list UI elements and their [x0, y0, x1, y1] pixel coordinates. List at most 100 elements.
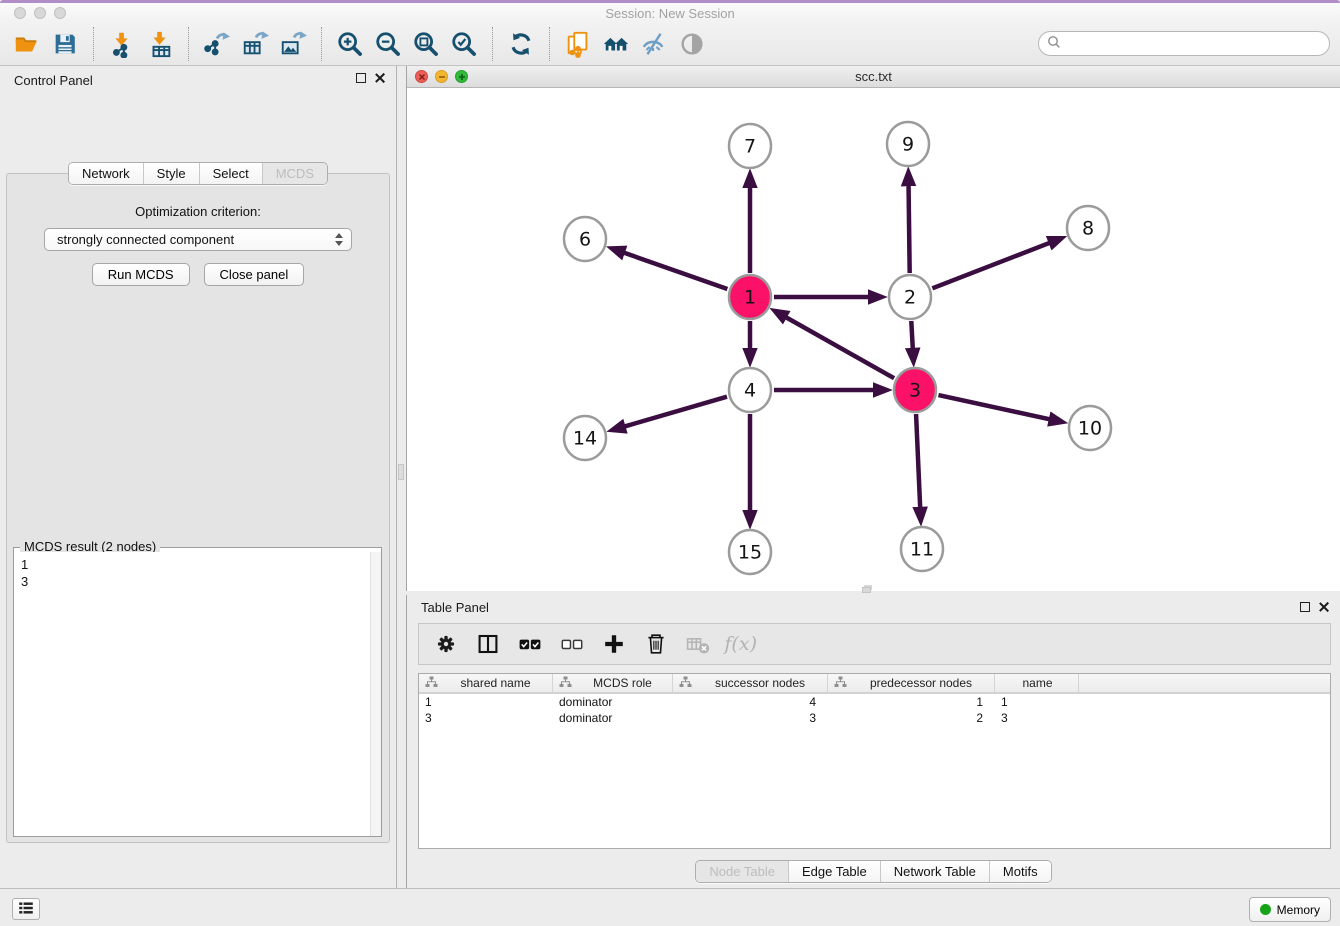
- table-row[interactable]: 3dominator323: [419, 710, 1330, 726]
- control-panel-float-icon[interactable]: [356, 73, 366, 83]
- optimization-criterion-dropdown[interactable]: strongly connected component: [44, 228, 352, 251]
- tab-mcds[interactable]: MCDS: [262, 163, 327, 184]
- zoom-in-icon[interactable]: [331, 26, 369, 62]
- toolbar-separator: [321, 27, 322, 61]
- toolbar-separator: [188, 27, 189, 61]
- run-mcds-button[interactable]: Run MCDS: [92, 263, 190, 286]
- search-box: [1038, 31, 1330, 56]
- memory-button[interactable]: Memory: [1249, 897, 1331, 922]
- graph-edge-2-9[interactable]: [909, 184, 910, 273]
- open-file-icon[interactable]: [8, 26, 46, 62]
- column-header-shared-name[interactable]: shared name: [419, 674, 553, 692]
- graph-node-14[interactable]: 14: [564, 416, 606, 460]
- toolbar-separator: [492, 27, 493, 61]
- column-type-icon: [834, 676, 847, 691]
- tab-node-table[interactable]: Node Table: [696, 861, 788, 882]
- table-panel-close-icon[interactable]: [1318, 601, 1330, 613]
- graph-edge-3-1[interactable]: [785, 317, 894, 379]
- import-network-icon[interactable]: [103, 26, 141, 62]
- graph-edge-2-3[interactable]: [911, 321, 913, 350]
- home-layout-icon[interactable]: [597, 26, 635, 62]
- network-graph[interactable]: 7 9 6 8 1 2 4 3 14 10 15 11: [407, 88, 1339, 590]
- table-cell: 1: [419, 695, 553, 709]
- column-header-name[interactable]: name: [995, 674, 1079, 692]
- graph-node-7[interactable]: 7: [729, 124, 771, 168]
- node-table: shared name MCDS role successor nodes prede…: [418, 673, 1331, 849]
- tab-network-table[interactable]: Network Table: [880, 861, 989, 882]
- main-toolbar: [0, 22, 1340, 66]
- table-panel-float-icon[interactable]: [1300, 602, 1310, 612]
- control-panel: Control Panel NetworkStyleSelectMCDS Opt…: [0, 66, 397, 888]
- column-header-label: shared name: [443, 676, 548, 690]
- table-cell: 4: [673, 695, 828, 709]
- table-cell: 3: [419, 711, 553, 725]
- table-toolbar: f(x): [418, 623, 1331, 665]
- columns-icon[interactable]: [470, 627, 506, 661]
- network-canvas[interactable]: 7 9 6 8 1 2 4 3 14 10 15 11: [407, 88, 1340, 591]
- tab-motifs[interactable]: Motifs: [989, 861, 1051, 882]
- graph-node-2[interactable]: 2: [889, 275, 931, 319]
- splitter-handle[interactable]: [398, 464, 404, 480]
- tab-select[interactable]: Select: [199, 163, 262, 184]
- graph-node-1[interactable]: 1: [729, 275, 771, 319]
- zoom-selected-icon[interactable]: [445, 26, 483, 62]
- result-scrollbar[interactable]: [370, 552, 381, 836]
- import-table-icon[interactable]: [141, 26, 179, 62]
- duplicate-network-icon[interactable]: [559, 26, 597, 62]
- search-input[interactable]: [1061, 34, 1329, 54]
- select-columns-icon[interactable]: [512, 627, 548, 661]
- column-type-icon: [559, 676, 572, 691]
- graph-edge-1-6[interactable]: [623, 252, 728, 289]
- graph-node-8[interactable]: 8: [1067, 206, 1109, 250]
- column-header-label: successor nodes: [697, 676, 823, 690]
- zoom-fit-icon[interactable]: [407, 26, 445, 62]
- column-header-label: MCDS role: [577, 676, 668, 690]
- graph-node-4[interactable]: 4: [729, 368, 771, 412]
- graph-node-6[interactable]: 6: [564, 217, 606, 261]
- graph-node-11[interactable]: 11: [901, 527, 943, 571]
- refresh-icon[interactable]: [502, 26, 540, 62]
- export-image-icon[interactable]: [274, 26, 312, 62]
- export-table-icon[interactable]: [236, 26, 274, 62]
- column-header-label: name: [1022, 676, 1052, 690]
- graph-edge-3-11[interactable]: [916, 414, 920, 509]
- tab-style[interactable]: Style: [143, 163, 199, 184]
- graph-edge-4-14[interactable]: [623, 397, 727, 427]
- column-header-MCDS-role[interactable]: MCDS role: [553, 674, 673, 692]
- graph-node-label: 7: [744, 136, 756, 158]
- graph-node-9[interactable]: 9: [887, 122, 929, 166]
- add-column-icon[interactable]: [596, 627, 632, 661]
- network-view-window: scc.txt 7968124314101511: [406, 66, 1340, 591]
- table-header-row: shared name MCDS role successor nodes prede…: [419, 674, 1330, 694]
- graph-node-3[interactable]: 3: [894, 368, 936, 412]
- graph-node-label: 6: [579, 229, 591, 251]
- gear-icon[interactable]: [428, 627, 464, 661]
- table-cell: dominator: [553, 695, 673, 709]
- tab-network[interactable]: Network: [69, 163, 143, 184]
- control-panel-title: Control Panel: [14, 73, 93, 88]
- graph-node-10[interactable]: 10: [1069, 406, 1111, 450]
- graph-node-label: 15: [738, 542, 762, 564]
- chevron-updown-icon: [335, 233, 343, 246]
- column-header-predecessor-nodes[interactable]: predecessor nodes: [828, 674, 995, 692]
- save-session-icon[interactable]: [46, 26, 84, 62]
- hide-graphics-details-icon[interactable]: [635, 26, 673, 62]
- graph-node-label: 14: [573, 428, 597, 450]
- graph-edge-2-8[interactable]: [932, 242, 1050, 288]
- task-history-button[interactable]: [12, 898, 40, 920]
- table-row[interactable]: 1dominator411: [419, 694, 1330, 710]
- delete-column-icon[interactable]: [638, 627, 674, 661]
- close-panel-button[interactable]: Close panel: [204, 263, 305, 286]
- tab-edge-table[interactable]: Edge Table: [788, 861, 880, 882]
- deselect-columns-icon[interactable]: [554, 627, 590, 661]
- export-network-icon[interactable]: [198, 26, 236, 62]
- control-panel-close-icon[interactable]: [374, 72, 386, 84]
- column-header-successor-nodes[interactable]: successor nodes: [673, 674, 828, 692]
- splitter-handle[interactable]: [862, 587, 871, 593]
- graph-edge-3-10[interactable]: [938, 395, 1050, 419]
- toolbar-separator: [93, 27, 94, 61]
- mcds-result-text[interactable]: 13: [14, 552, 370, 836]
- graph-node-15[interactable]: 15: [729, 530, 771, 574]
- zoom-out-icon[interactable]: [369, 26, 407, 62]
- vertical-splitter[interactable]: [397, 66, 406, 888]
